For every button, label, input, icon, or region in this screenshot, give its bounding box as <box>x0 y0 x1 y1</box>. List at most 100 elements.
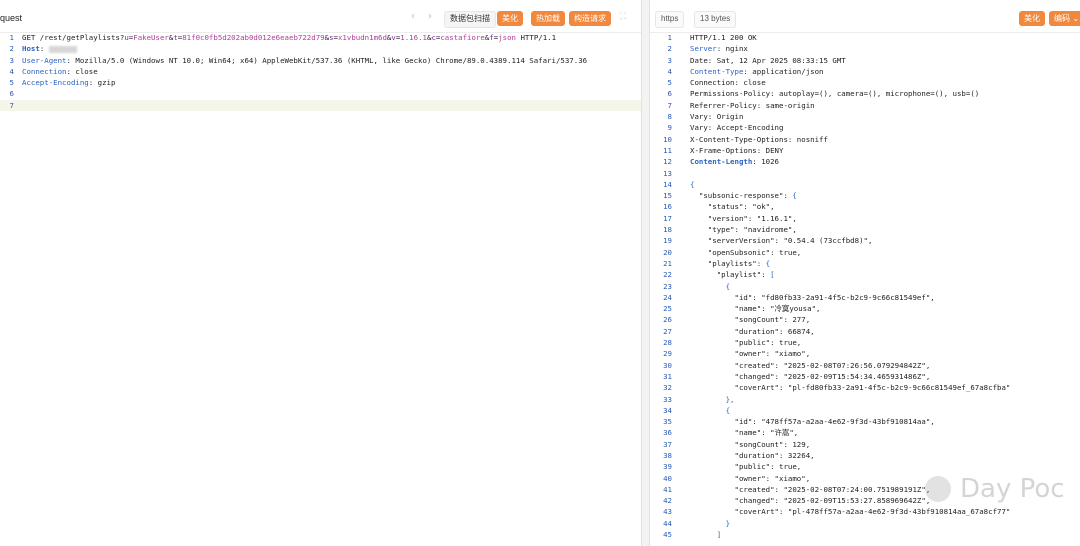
line-number: 37 <box>663 439 672 449</box>
line-text: "created": "2025-02-08T07:26:56.07929484… <box>690 360 930 371</box>
packet-scan-button[interactable]: 数据包扫描 <box>444 11 496 28</box>
line-text: "coverArt": "pl-fd80fb33-2a91-4f5c-b2c9-… <box>690 382 1010 393</box>
code-line: 1 HTTP/1.1 200 OK <box>650 32 1080 43</box>
code-token: "changed": "2025-02-09T15:54:34.46593148… <box>690 371 931 381</box>
code-token: : application/json <box>743 66 824 76</box>
line-number: 15 <box>663 191 672 201</box>
code-token: "name": "许嵩", <box>690 428 799 438</box>
line-text: "name": "冷寞yousa", <box>690 303 820 314</box>
code-line: 44 } <box>650 518 1080 529</box>
code-token: Connection <box>22 66 67 76</box>
code-token: } <box>725 518 731 528</box>
line-number: 18 <box>663 225 672 235</box>
code-token: }, <box>725 394 735 404</box>
response-beautify-button[interactable]: 美化 <box>1019 11 1045 26</box>
code-token: X-Frame-Options: DENY <box>690 145 784 155</box>
build-request-button[interactable]: 构造请求 <box>569 11 611 26</box>
line-number: 23 <box>663 281 672 291</box>
line-text: "coverArt": "pl-478ff57a-a2aa-4e62-9f3d-… <box>690 506 1010 517</box>
encode-dropdown-button[interactable]: 编码 ⌄ <box>1049 11 1080 26</box>
line-number: 26 <box>663 315 672 325</box>
code-token: "duration": 32264, <box>690 450 815 460</box>
code-token: GET /rest/getPlaylists? <box>22 33 125 42</box>
code-line: 2 Host: <box>0 43 641 54</box>
line-text: Vary: Accept-Encoding <box>690 122 783 133</box>
code-token: : close <box>66 66 98 76</box>
beautify-button[interactable]: 美化 <box>497 11 523 26</box>
line-text: "status": "ok", <box>690 201 775 212</box>
line-text: X-Content-Type-Options: nosniff <box>690 134 828 145</box>
code-token: User-Agent <box>22 55 67 65</box>
code-line: 30 "created": "2025-02-08T07:26:56.07929… <box>650 360 1080 371</box>
line-number: 29 <box>663 349 672 359</box>
code-line: 13 <box>650 168 1080 179</box>
line-text: "created": "2025-02-08T07:24:00.75198919… <box>690 484 930 495</box>
line-text: "version": "1.16.1", <box>690 213 797 224</box>
line-text: X-Frame-Options: DENY <box>690 145 783 156</box>
code-token: "playlists": <box>690 258 766 268</box>
code-token: Host <box>22 44 40 54</box>
chevron-right-icon[interactable]: › <box>428 11 432 22</box>
line-number: 1 <box>9 33 14 42</box>
code-line: 34 { <box>650 405 1080 416</box>
code-token: castafiore <box>440 33 485 42</box>
code-line: 38 "duration": 32264, <box>650 450 1080 461</box>
expand-icon[interactable]: ⛶ <box>620 12 626 22</box>
request-editor[interactable]: 1 GET /rest/getPlaylists?u=FakeUser&t=81f… <box>0 32 641 546</box>
response-pane: https 13 bytes 美化 编码 ⌄ 1 HTTP/1.1 200 OK 2… <box>650 0 1080 546</box>
code-line: 6 <box>0 88 641 99</box>
code-token: "playlist": <box>690 270 771 280</box>
chevron-left-icon[interactable]: ‹ <box>411 11 415 22</box>
line-text: ] <box>690 529 721 540</box>
line-number: 42 <box>663 496 672 506</box>
line-number: 11 <box>663 145 672 155</box>
response-editor[interactable]: 1 HTTP/1.1 200 OK 2 Server: nginx 3 Date: Sat… <box>650 32 1080 546</box>
line-text: GET /rest/getPlaylists?u=FakeUser&t=81f0… <box>22 32 556 43</box>
code-line: 4 Connection: close <box>0 66 641 77</box>
line-text: "openSubsonic": true, <box>690 247 801 258</box>
line-text: "songCount": 277, <box>690 314 810 325</box>
code-line: 28 "public": true, <box>650 337 1080 348</box>
line-number: 16 <box>663 202 672 212</box>
line-text: "subsonic-response": { <box>690 190 797 201</box>
line-text: Connection: close <box>22 66 98 77</box>
code-token: "public": true, <box>690 462 802 472</box>
code-token: "openSubsonic": true, <box>690 247 802 257</box>
code-line: 24 "id": "fd80fb33-2a91-4f5c-b2c9-9c66c8… <box>650 292 1080 303</box>
code-token: Server <box>690 44 717 54</box>
line-text: "changed": "2025-02-09T15:54:34.46593148… <box>690 371 930 382</box>
pane-splitter[interactable] <box>641 0 650 546</box>
line-text: } <box>690 518 730 529</box>
line-text: "public": true, <box>690 461 801 472</box>
code-token: 81f0c0fb5d202ab0d012e6eaeb722d79 <box>182 33 325 42</box>
code-token: "owner": "xiamo", <box>690 349 811 359</box>
line-text: HTTP/1.1 200 OK <box>690 32 757 43</box>
code-token: Vary: Origin <box>690 112 744 122</box>
code-line: 31 "changed": "2025-02-09T15:54:34.46593… <box>650 371 1080 382</box>
code-token: : nginx <box>716 44 748 54</box>
line-text: Host: <box>22 43 77 54</box>
line-number: 25 <box>663 304 672 314</box>
code-token: "created": "2025-02-08T07:26:56.07929484… <box>690 360 931 370</box>
code-line: 25 "name": "冷寞yousa", <box>650 303 1080 314</box>
line-text: Content-Type: application/json <box>690 66 824 77</box>
code-line: 15 "subsonic-response": { <box>650 190 1080 201</box>
code-token: json <box>498 33 517 42</box>
code-token: : gzip <box>88 78 116 88</box>
line-text: Content-Length: 1026 <box>690 156 779 167</box>
code-line: 39 "public": true, <box>650 461 1080 472</box>
line-text: }, <box>690 394 735 405</box>
code-token: "subsonic-response": <box>690 191 793 201</box>
code-token: "serverVersion": "0.54.4 (73ccfbd8)", <box>690 236 873 246</box>
code-token: "id": "478ff57a-a2aa-4e62-9f3d-43bf91081… <box>690 417 935 427</box>
code-line: 33 }, <box>650 394 1080 405</box>
code-token: "created": "2025-02-08T07:24:00.75198919… <box>690 484 931 494</box>
line-number: 7 <box>9 100 14 110</box>
code-token: Vary: Accept-Encoding <box>690 123 784 133</box>
code-token: HTTP/1.1 200 OK <box>690 33 757 42</box>
line-number: 21 <box>663 258 672 268</box>
hot-load-button[interactable]: 热加载 <box>531 11 565 26</box>
code-line: 3 Date: Sat, 12 Apr 2025 08:33:15 GMT <box>650 55 1080 66</box>
